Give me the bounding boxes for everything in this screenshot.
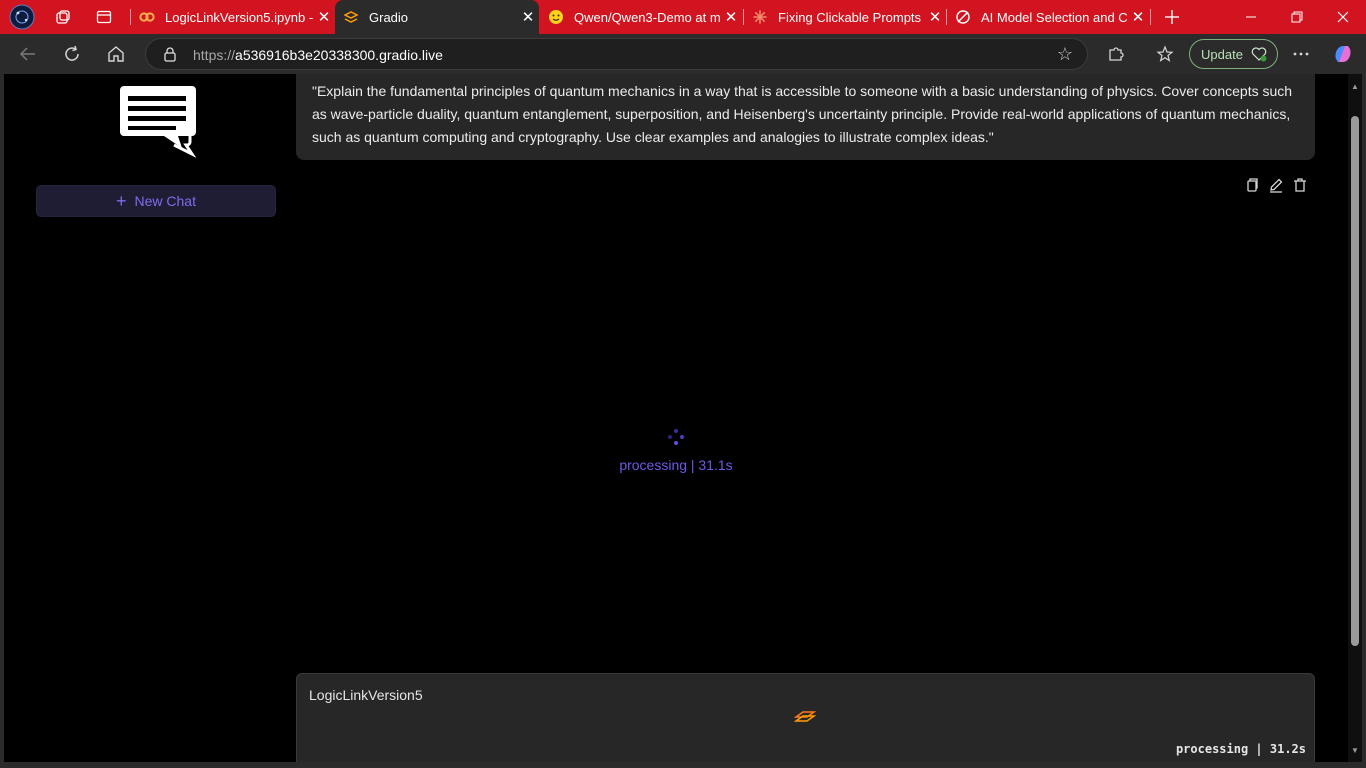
copilot-icon xyxy=(1335,46,1351,62)
lock-icon[interactable] xyxy=(162,46,178,62)
chat-bubbles-logo-icon xyxy=(120,86,197,158)
model-output-panel: LogicLinkVersion5 processing | 31.2s xyxy=(296,673,1315,762)
processing-status: processing | 31.1s xyxy=(619,457,733,473)
more-dots-icon xyxy=(1293,52,1309,56)
window-frame-bottom xyxy=(0,762,1366,768)
favorite-star-icon[interactable]: ☆ xyxy=(1057,44,1073,65)
plus-icon: + xyxy=(116,191,127,211)
new-chat-label: New Chat xyxy=(134,193,196,209)
gradio-icon xyxy=(343,9,359,25)
tab-title: Gradio xyxy=(369,9,409,25)
vertical-tabs-icon xyxy=(96,10,112,24)
scroll-up-icon[interactable]: ▲ xyxy=(1351,82,1359,91)
refresh-icon xyxy=(65,45,79,61)
close-tab-icon[interactable]: ✕ xyxy=(924,8,946,26)
profile-avatar[interactable] xyxy=(7,0,37,34)
workspaces-button[interactable] xyxy=(48,0,78,34)
scroll-down-icon[interactable]: ▼ xyxy=(1351,746,1359,755)
browser-tab-strip: LogicLinkVersion5.ipynb - C ✕ Gradio ✕ Q… xyxy=(0,0,1366,34)
plus-icon xyxy=(1165,10,1179,24)
loading-indicator: processing | 31.1s xyxy=(614,428,738,473)
close-tab-icon[interactable]: ✕ xyxy=(720,8,742,26)
huggingface-icon xyxy=(548,9,564,25)
edit-pencil-icon[interactable] xyxy=(1268,177,1284,193)
update-label: Update xyxy=(1201,46,1243,62)
home-icon xyxy=(108,46,124,62)
restore-button[interactable] xyxy=(1274,0,1320,34)
minimize-icon xyxy=(1246,16,1256,18)
tab-title: AI Model Selection and Co xyxy=(981,9,1127,25)
refresh-button[interactable] xyxy=(56,38,88,70)
favorites-icon xyxy=(1156,45,1174,62)
model-label: LogicLinkVersion5 xyxy=(309,687,423,703)
new-tab-button[interactable] xyxy=(1157,0,1187,34)
back-button[interactable] xyxy=(12,38,44,70)
window-frame-right xyxy=(1362,74,1366,768)
puzzle-icon xyxy=(1109,47,1124,61)
close-window-button[interactable] xyxy=(1320,0,1366,34)
workspaces-icon xyxy=(56,10,70,24)
page-scrollbar[interactable]: ▲ ▼ xyxy=(1348,74,1362,762)
update-button[interactable]: Update xyxy=(1189,39,1278,69)
tab-title: Qwen/Qwen3-Demo at ma xyxy=(574,9,720,25)
extensions-button[interactable] xyxy=(1100,38,1132,70)
browser-essentials-icon xyxy=(1251,47,1267,62)
tab-claude[interactable]: Fixing Clickable Prompts ar ✕ xyxy=(744,0,946,34)
tab-huggingface[interactable]: Qwen/Qwen3-Demo at ma ✕ xyxy=(540,0,742,34)
settings-more-button[interactable] xyxy=(1285,38,1317,70)
url-protocol: https:// xyxy=(193,47,236,63)
close-tab-icon[interactable]: ✕ xyxy=(313,8,335,26)
back-arrow-icon xyxy=(19,47,35,61)
close-icon xyxy=(1337,11,1349,23)
tab-colab[interactable]: LogicLinkVersion5.ipynb - C ✕ xyxy=(131,0,335,34)
restore-icon xyxy=(1291,11,1303,23)
claude-icon xyxy=(752,9,768,25)
copy-icon[interactable] xyxy=(1244,177,1260,193)
profile-avatar-icon xyxy=(9,4,35,30)
tab-title: LogicLinkVersion5.ipynb - C xyxy=(165,9,313,25)
copilot-button[interactable] xyxy=(1327,38,1359,70)
close-tab-icon[interactable]: ✕ xyxy=(517,8,539,26)
tab-openrouter[interactable]: AI Model Selection and Co ✕ xyxy=(947,0,1149,34)
tab-title: Fixing Clickable Prompts ar xyxy=(778,9,924,25)
tab-gradio[interactable]: Gradio ✕ xyxy=(335,0,539,34)
user-message: "Explain the fundamental principles of q… xyxy=(296,74,1315,160)
tab-actions-button[interactable] xyxy=(89,0,119,34)
url-text: https://a536916b3e20338300.gradio.live xyxy=(193,47,443,63)
browser-toolbar: https://a536916b3e20338300.gradio.live ☆… xyxy=(0,34,1366,74)
scrollbar-thumb[interactable] xyxy=(1351,116,1359,646)
openrouter-icon xyxy=(955,9,971,25)
spinner-icon xyxy=(668,429,684,445)
gradio-app: + New Chat "Explain the fundamental prin… xyxy=(4,74,1348,762)
new-chat-button[interactable]: + New Chat xyxy=(36,185,276,217)
panel-processing-status: processing | 31.2s xyxy=(1175,742,1306,756)
close-tab-icon[interactable]: ✕ xyxy=(1127,8,1149,26)
tab-separator xyxy=(1150,9,1151,25)
home-button[interactable] xyxy=(100,38,132,70)
minimize-button[interactable] xyxy=(1228,0,1274,34)
favorites-button[interactable] xyxy=(1149,38,1181,70)
message-actions xyxy=(1244,177,1310,193)
address-bar[interactable]: https://a536916b3e20338300.gradio.live ☆ xyxy=(145,38,1088,70)
url-host: a536916b3e20338300.gradio.live xyxy=(235,47,443,63)
trash-icon[interactable] xyxy=(1292,177,1308,193)
gradio-loader-icon xyxy=(794,711,816,722)
colab-icon xyxy=(139,9,155,25)
